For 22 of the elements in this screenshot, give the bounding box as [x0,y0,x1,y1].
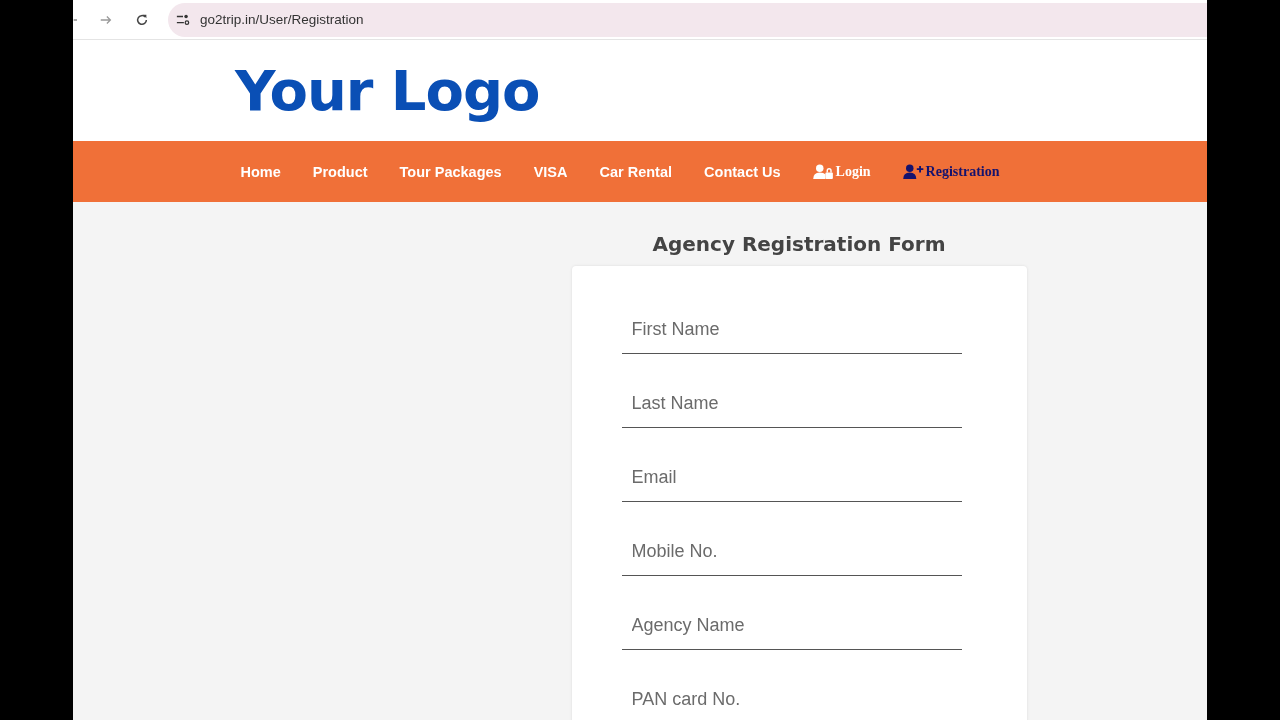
user-lock-icon [812,164,834,179]
reload-icon[interactable] [135,12,149,27]
input-field[interactable]: Email [621,454,962,502]
nav-link[interactable]: VISA [533,163,568,180]
nav-link[interactable]: Registration [902,163,1000,180]
nav-link[interactable]: Tour Packages [399,163,502,180]
nav-link[interactable]: Contact Us [704,163,781,180]
input-field[interactable]: PAN card No. [621,676,962,720]
input-field[interactable]: Agency Name [621,602,962,650]
input-field[interactable]: Mobile No. [621,528,962,576]
logo-text[interactable]: Your Logo [235,58,540,123]
address-bar[interactable]: go2trip.in/User/Registration [168,2,1207,37]
url-text: go2trip.in/User/Registration [200,12,364,27]
site-settings-icon[interactable] [176,12,190,27]
nav-link[interactable]: Home [240,163,281,180]
nav-link[interactable]: Login [812,163,871,180]
input-field[interactable]: Last Name [621,380,962,428]
user-plus-icon [902,164,924,179]
form-title: Agency Registration Form [652,232,946,256]
nav-link[interactable]: Car Rental [599,163,673,180]
nav-link[interactable]: Product [312,163,368,180]
input-field[interactable]: First Name [621,306,962,354]
